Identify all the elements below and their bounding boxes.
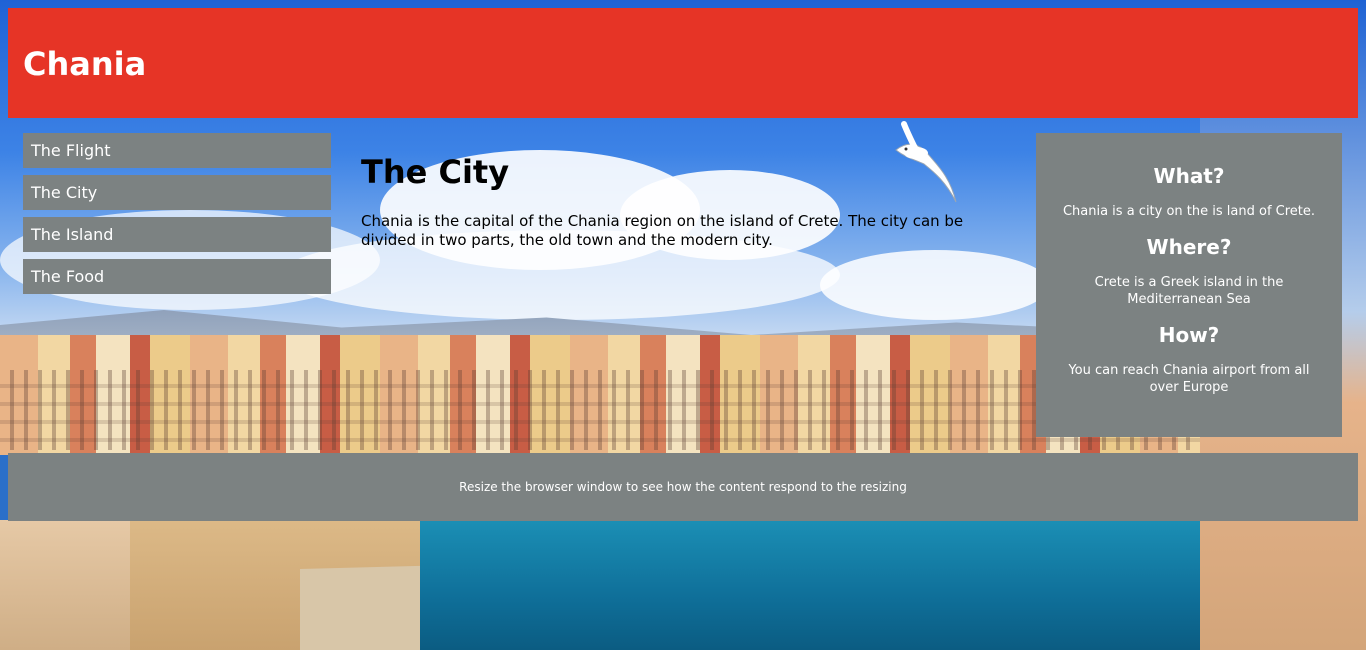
side-menu: The Flight The City The Island The Food bbox=[23, 133, 331, 301]
page-footer: Resize the browser window to see how the… bbox=[8, 453, 1358, 521]
main-content: The City Chania is the capital of the Ch… bbox=[361, 150, 1001, 250]
background-cloud bbox=[820, 250, 1050, 320]
aside-text-where: Crete is a Greek island in the Mediterra… bbox=[1094, 275, 1284, 307]
aside-text-how: You can reach Chania airport from all ov… bbox=[1068, 363, 1310, 395]
main-heading: The City bbox=[361, 153, 510, 191]
footer-text: Resize the browser window to see how the… bbox=[459, 480, 907, 494]
background-sea bbox=[420, 520, 1200, 650]
aside-heading-what: What? bbox=[1153, 164, 1225, 188]
background-harbor-left bbox=[0, 520, 140, 650]
main-paragraph: Chania is the capital of the Chania regi… bbox=[361, 212, 964, 249]
info-aside: What? Chania is a city on the is land of… bbox=[1036, 133, 1342, 437]
menu-item-the-city[interactable]: The City bbox=[23, 175, 331, 210]
aside-heading-where: Where? bbox=[1146, 235, 1232, 259]
aside-text-what: Chania is a city on the is land of Crete… bbox=[1062, 204, 1316, 219]
page-header: Chania bbox=[8, 8, 1358, 118]
menu-item-the-food[interactable]: The Food bbox=[23, 259, 331, 294]
menu-item-the-island[interactable]: The Island bbox=[23, 217, 331, 252]
menu-item-the-flight[interactable]: The Flight bbox=[23, 133, 331, 168]
aside-heading-how: How? bbox=[1158, 323, 1220, 347]
page-title: Chania bbox=[23, 45, 147, 83]
